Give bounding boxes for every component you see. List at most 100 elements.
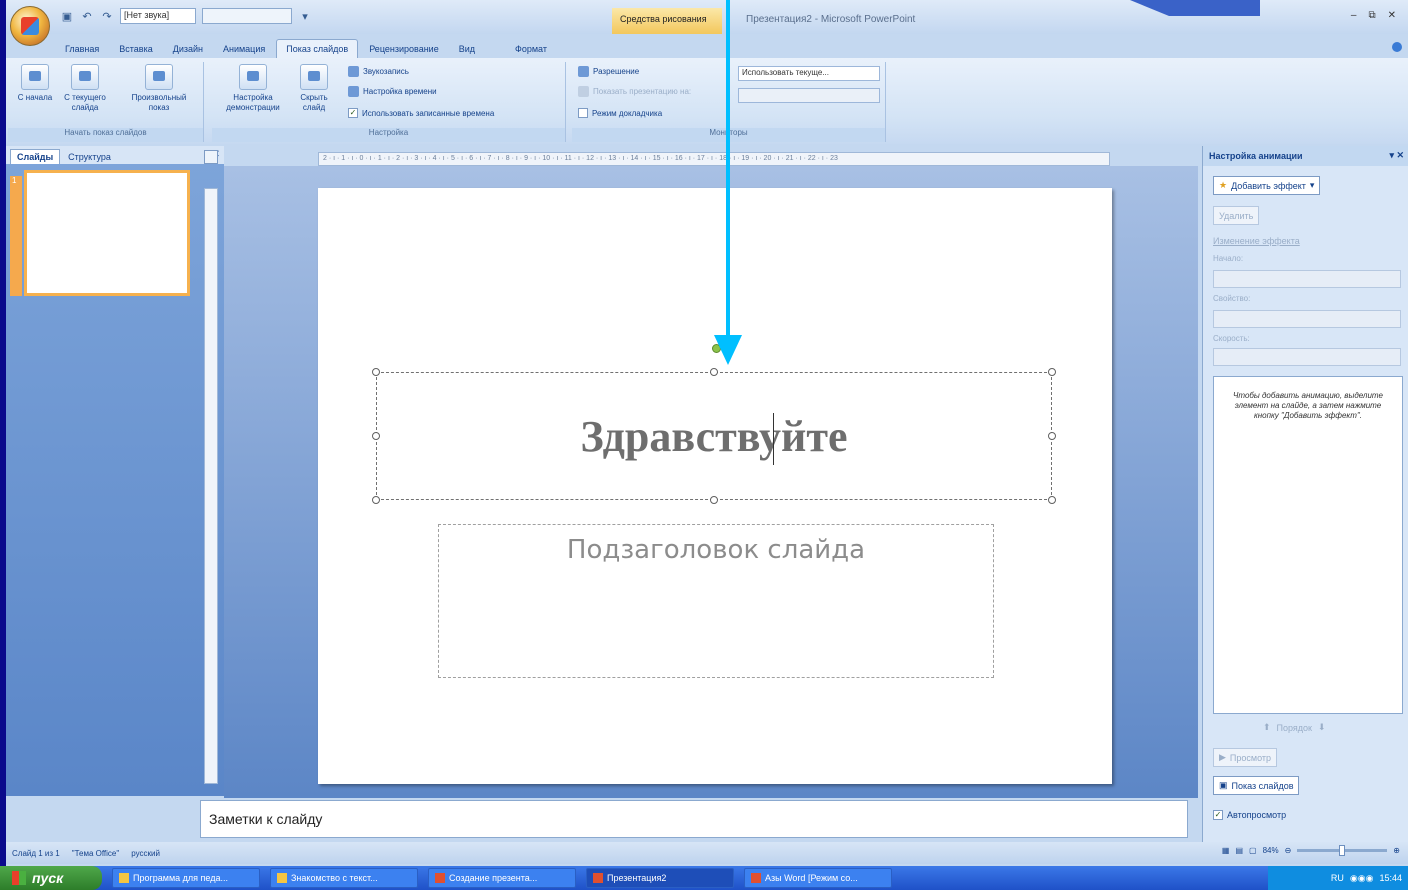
setup-show-label: Настройка демонстрации — [226, 93, 280, 112]
slide-title[interactable]: Здравствуйте — [580, 411, 847, 462]
order-label: Порядок — [1276, 722, 1312, 733]
save-icon[interactable]: ▣ — [60, 9, 74, 23]
maximize-button[interactable]: ⧉ — [1368, 10, 1375, 21]
setup-show-button[interactable]: Настройка демонстрации — [220, 64, 286, 113]
zoom-level[interactable]: 84% — [1263, 846, 1279, 855]
use-timings-checkbox[interactable]: ✓ Использовать записанные времена — [348, 108, 494, 118]
pane-close-icon[interactable]: ▾ ✕ — [1389, 150, 1404, 161]
tab-slideshow[interactable]: Показ слайдов — [276, 39, 359, 58]
taskbar-item[interactable]: Создание презента... — [428, 868, 576, 888]
minimize-button[interactable]: – — [1351, 10, 1357, 21]
normal-view-icon[interactable]: ▦ — [1222, 846, 1230, 855]
slideshow-button[interactable]: ▣ Показ слайдов — [1213, 776, 1300, 795]
language-indicator[interactable]: RU — [1331, 873, 1344, 883]
group-setup: Настройка демонстрации Скрыть слайд Звук… — [212, 62, 566, 142]
presenter-view-checkbox[interactable]: Режим докладчика — [578, 108, 662, 118]
tab-insert[interactable]: Вставка — [110, 40, 161, 58]
tray-icons[interactable]: ◉◉◉ — [1350, 873, 1374, 884]
close-button[interactable]: ✕ — [1388, 10, 1396, 21]
setup-show-icon — [239, 64, 267, 90]
tab-slides[interactable]: Слайды — [10, 149, 61, 164]
tab-outline[interactable]: Структура — [62, 150, 117, 164]
zoom-thumb[interactable] — [1339, 845, 1346, 856]
move-up-icon[interactable]: ⬆ — [1263, 722, 1271, 733]
zoom-slider[interactable] — [1297, 845, 1388, 856]
tab-review[interactable]: Рецензирование — [360, 40, 448, 58]
clock: 15:44 — [1379, 873, 1402, 883]
slide[interactable]: Здравствуйте Подзаголовок слайда — [318, 188, 1112, 784]
projector-icon — [21, 64, 49, 90]
font-combo[interactable] — [202, 8, 292, 24]
resize-handle[interactable] — [710, 368, 718, 376]
taskbar-item-label: Знакомство с текст... — [291, 873, 378, 883]
preview-label: Просмотр — [1229, 752, 1272, 763]
subtitle-placeholder[interactable]: Подзаголовок слайда — [438, 524, 994, 678]
resize-handle[interactable] — [372, 368, 380, 376]
tab-home[interactable]: Главная — [56, 40, 108, 58]
chevron-down-icon: ▾ — [1309, 180, 1315, 190]
preview-button[interactable]: ▶ Просмотр — [1213, 748, 1278, 767]
hide-slide-button[interactable]: Скрыть слайд — [294, 64, 334, 113]
start-button[interactable]: пуск — [0, 866, 102, 890]
rehearse-label: Настройка времени — [363, 87, 437, 96]
ribbon-tabs: Главная Вставка Дизайн Анимация Показ сл… — [56, 34, 556, 58]
pointer-arrow — [726, 0, 730, 345]
system-tray: RU ◉◉◉ 15:44 — [1268, 866, 1408, 890]
resize-handle[interactable] — [372, 496, 380, 504]
tab-animation[interactable]: Анимация — [214, 40, 274, 58]
customize-qat-icon[interactable]: ▾ — [298, 9, 312, 23]
add-effect-button[interactable]: ★ Добавить эффект ▾ — [1213, 176, 1321, 195]
sound-combo[interactable]: [Нет звука] — [120, 8, 196, 24]
vertical-ruler — [204, 188, 218, 784]
taskbar-item-label: Программа для педа... — [133, 873, 228, 883]
status-bar: Слайд 1 из 1 "Тема Office" русский ▦ ▤ ▢… — [6, 842, 1408, 864]
resize-handle[interactable] — [1048, 496, 1056, 504]
tab-view[interactable]: Вид — [450, 40, 484, 58]
animation-list[interactable]: Чтобы добавить анимацию, выделите элемен… — [1213, 376, 1403, 714]
start-combo[interactable] — [1213, 270, 1401, 288]
undo-icon[interactable]: ↶ — [80, 9, 94, 23]
speed-combo[interactable] — [1213, 348, 1401, 366]
animation-pane: Настройка анимации ▾ ✕ ★ Добавить эффект ▾ … — [1202, 146, 1408, 842]
tab-design[interactable]: Дизайн — [164, 40, 212, 58]
office-button[interactable] — [10, 6, 50, 46]
from-current-label: С текущего слайда — [64, 93, 106, 112]
slide-subtitle[interactable]: Подзаголовок слайда — [567, 535, 865, 565]
remove-button[interactable]: Удалить — [1213, 206, 1260, 225]
move-down-icon[interactable]: ⬇ — [1318, 722, 1326, 733]
slideshow-view-icon[interactable]: ▢ — [1249, 846, 1257, 855]
sorter-view-icon[interactable]: ▤ — [1235, 846, 1243, 855]
taskbar-item-label: Создание презента... — [449, 873, 538, 883]
slide-info: Слайд 1 из 1 — [12, 848, 60, 858]
property-combo[interactable] — [1213, 310, 1401, 328]
rehearse-timings-button[interactable]: Настройка времени — [348, 86, 437, 97]
slide-thumbnail[interactable] — [24, 170, 190, 296]
from-start-button[interactable]: С начала — [12, 64, 58, 103]
taskbar-item[interactable]: Презентация2 — [586, 868, 734, 888]
folder-icon — [277, 873, 287, 883]
resize-handle[interactable] — [710, 496, 718, 504]
ruler-toggle-icon[interactable] — [204, 150, 218, 164]
autopreview-checkbox[interactable]: ✓ Автопросмотр — [1213, 810, 1286, 820]
show-on-combo[interactable] — [738, 88, 880, 103]
custom-show-button[interactable]: Произвольный показ — [124, 64, 194, 113]
resize-handle[interactable] — [1048, 432, 1056, 440]
show-on-button[interactable]: Показать презентацию на: — [578, 86, 691, 97]
taskbar-item[interactable]: Знакомство с текст... — [270, 868, 418, 888]
tab-format[interactable]: Формат — [506, 40, 556, 58]
from-current-button[interactable]: С текущего слайда — [62, 64, 108, 113]
zoom-in-icon[interactable]: ⊕ — [1393, 846, 1400, 855]
resize-handle[interactable] — [1048, 368, 1056, 376]
resize-handle[interactable] — [372, 432, 380, 440]
resolution-combo[interactable]: Использовать текуще... — [738, 66, 880, 81]
title-placeholder[interactable]: Здравствуйте — [372, 368, 1056, 504]
help-icon[interactable] — [1392, 42, 1402, 52]
taskbar-item[interactable]: Азы Word [Режим со... — [744, 868, 892, 888]
resolution-button[interactable]: Разрешение — [578, 66, 639, 77]
redo-icon[interactable]: ↷ — [100, 9, 114, 23]
powerpoint-icon — [751, 873, 761, 883]
record-narration-button[interactable]: Звукозапись — [348, 66, 409, 77]
taskbar-item[interactable]: Программа для педа... — [112, 868, 260, 888]
zoom-out-icon[interactable]: ⊖ — [1285, 846, 1292, 855]
notes-pane[interactable]: Заметки к слайду — [200, 800, 1188, 838]
